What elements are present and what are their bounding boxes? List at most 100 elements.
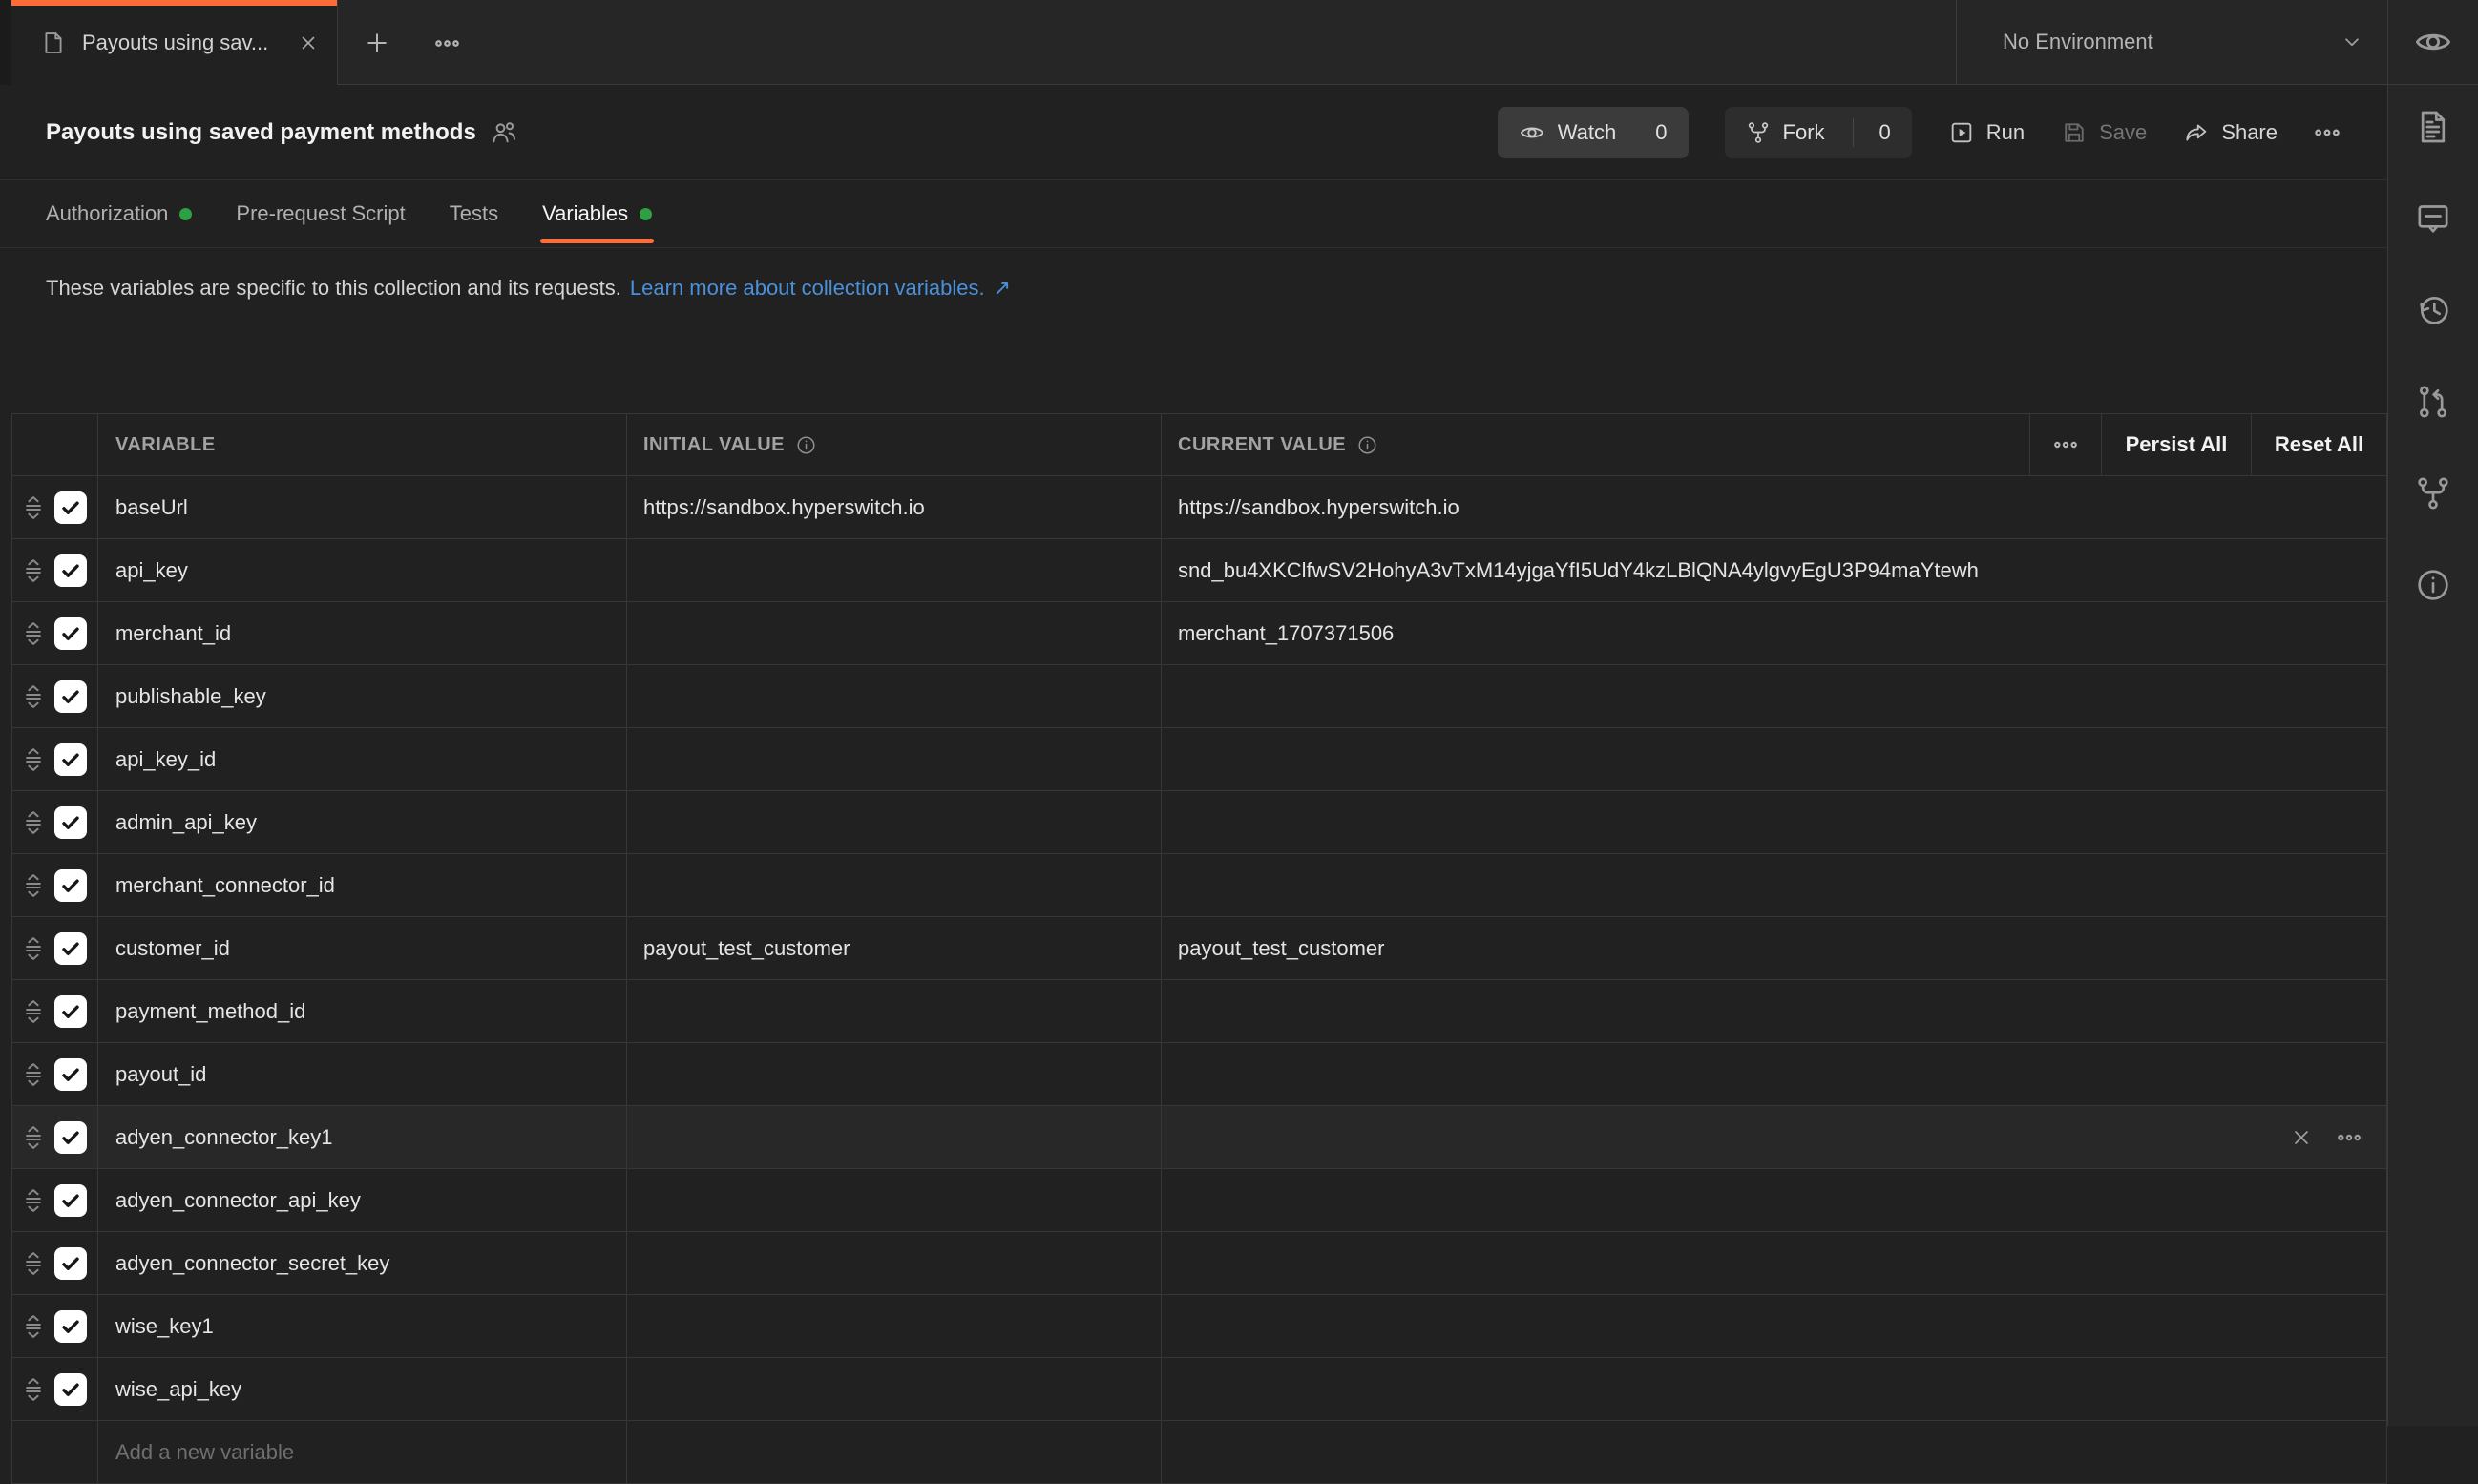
new-tab-button[interactable]	[355, 21, 399, 65]
variable-name-cell[interactable]: admin_api_key	[97, 791, 626, 853]
drag-handle-icon[interactable]	[19, 1186, 48, 1215]
variable-checkbox[interactable]	[54, 1184, 87, 1217]
comments-icon[interactable]	[2414, 199, 2452, 238]
persist-all-button[interactable]: Persist All	[2101, 414, 2251, 475]
drag-handle-icon[interactable]	[19, 556, 48, 585]
drag-handle-icon[interactable]	[19, 1312, 48, 1341]
initial-value-cell[interactable]	[626, 854, 1161, 916]
tab-strip-more-button[interactable]	[425, 21, 469, 65]
initial-value-cell[interactable]	[626, 1358, 1161, 1420]
delete-variable-icon[interactable]	[2289, 1125, 2314, 1150]
tab-authorization[interactable]: Authorization	[46, 180, 192, 247]
initial-value-cell[interactable]	[626, 539, 1161, 601]
variable-checkbox[interactable]	[54, 1247, 87, 1280]
tab-pre-request-script[interactable]: Pre-request Script	[236, 180, 405, 247]
initial-value-cell[interactable]	[626, 1106, 1161, 1168]
variable-checkbox[interactable]	[54, 617, 87, 650]
variable-checkbox[interactable]	[54, 1058, 87, 1091]
drag-handle-icon[interactable]	[19, 1123, 48, 1152]
reset-all-button[interactable]: Reset All	[2251, 414, 2386, 475]
drag-handle-icon[interactable]	[19, 997, 48, 1026]
current-value-cell[interactable]	[1161, 1106, 2386, 1168]
pull-requests-icon[interactable]	[2414, 383, 2452, 421]
current-value-cell[interactable]	[1161, 1295, 2386, 1357]
run-button[interactable]: Run	[1948, 119, 2025, 146]
drag-handle-icon[interactable]	[19, 682, 48, 711]
drag-handle-icon[interactable]	[19, 493, 48, 522]
initial-value-cell[interactable]	[626, 1169, 1161, 1231]
initial-value-cell[interactable]: https://sandbox.hyperswitch.io	[626, 476, 1161, 538]
learn-more-link[interactable]: Learn more about collection variables. ↗	[630, 276, 1011, 301]
current-value-info-icon[interactable]	[1356, 434, 1378, 456]
fork-count[interactable]: 0	[1880, 120, 1891, 145]
initial-value-info-icon[interactable]	[795, 434, 817, 456]
initial-value-cell[interactable]	[626, 980, 1161, 1042]
current-value-cell[interactable]	[1161, 854, 2386, 916]
current-value-cell[interactable]	[1161, 791, 2386, 853]
variable-checkbox[interactable]	[54, 743, 87, 776]
initial-value-cell[interactable]	[626, 1232, 1161, 1294]
current-value-cell[interactable]	[1161, 1043, 2386, 1105]
variable-name-cell[interactable]: merchant_connector_id	[97, 854, 626, 916]
current-value-cell[interactable]: merchant_1707371506	[1161, 602, 2386, 664]
current-value-cell[interactable]: snd_bu4XKClfwSV2HohyA3vTxM14yjgaYfI5UdY4…	[1161, 539, 2386, 601]
variable-name-cell[interactable]: payment_method_id	[97, 980, 626, 1042]
save-button[interactable]: Save	[2061, 119, 2147, 146]
environment-selector[interactable]: No Environment	[1956, 0, 2387, 84]
current-value-cell[interactable]	[1161, 728, 2386, 790]
initial-value-cell[interactable]: payout_test_customer	[626, 917, 1161, 979]
drag-handle-icon[interactable]	[19, 871, 48, 900]
variable-checkbox[interactable]	[54, 995, 87, 1028]
variable-checkbox[interactable]	[54, 869, 87, 902]
variable-name-cell[interactable]: api_key	[97, 539, 626, 601]
variable-name-cell[interactable]: customer_id	[97, 917, 626, 979]
share-button[interactable]: Share	[2183, 119, 2278, 146]
documentation-icon[interactable]	[2414, 108, 2452, 146]
add-initial-value-input[interactable]	[626, 1421, 1161, 1483]
variable-name-cell[interactable]: adyen_connector_api_key	[97, 1169, 626, 1231]
current-value-cell[interactable]	[1161, 1169, 2386, 1231]
variable-name-cell[interactable]: adyen_connector_key1	[97, 1106, 626, 1168]
variable-name-cell[interactable]: payout_id	[97, 1043, 626, 1105]
variable-name-cell[interactable]: publishable_key	[97, 665, 626, 727]
variable-checkbox[interactable]	[54, 932, 87, 965]
initial-value-cell[interactable]	[626, 665, 1161, 727]
row-more-icon[interactable]	[2337, 1125, 2362, 1150]
current-value-cell[interactable]: https://sandbox.hyperswitch.io	[1161, 476, 2386, 538]
add-current-value-input[interactable]	[1161, 1421, 2386, 1483]
variable-checkbox[interactable]	[54, 1373, 87, 1406]
initial-value-cell[interactable]	[626, 791, 1161, 853]
drag-handle-icon[interactable]	[19, 1375, 48, 1404]
current-value-cell[interactable]	[1161, 1232, 2386, 1294]
watch-button[interactable]: Watch 0	[1498, 107, 1689, 158]
variable-name-cell[interactable]: adyen_connector_secret_key	[97, 1232, 626, 1294]
environment-quick-look-button[interactable]	[2413, 22, 2453, 62]
variable-checkbox[interactable]	[54, 1310, 87, 1343]
info-icon[interactable]	[2414, 566, 2452, 604]
variable-checkbox[interactable]	[54, 806, 87, 839]
close-tab-icon[interactable]	[297, 31, 320, 54]
drag-handle-icon[interactable]	[19, 745, 48, 774]
variable-name-cell[interactable]: baseUrl	[97, 476, 626, 538]
variable-name-cell[interactable]: merchant_id	[97, 602, 626, 664]
drag-handle-icon[interactable]	[19, 619, 48, 648]
initial-value-cell[interactable]	[626, 728, 1161, 790]
changelog-history-icon[interactable]	[2414, 291, 2452, 329]
add-variable-input[interactable]: Add a new variable	[97, 1421, 626, 1483]
variable-checkbox[interactable]	[54, 491, 87, 524]
current-value-cell[interactable]	[1161, 980, 2386, 1042]
initial-value-cell[interactable]	[626, 1295, 1161, 1357]
drag-handle-icon[interactable]	[19, 1249, 48, 1278]
variable-checkbox[interactable]	[54, 554, 87, 587]
initial-value-cell[interactable]	[626, 602, 1161, 664]
tab-variables[interactable]: Variables	[542, 180, 652, 247]
drag-handle-icon[interactable]	[19, 934, 48, 963]
forks-icon[interactable]	[2414, 474, 2452, 512]
variable-name-cell[interactable]: api_key_id	[97, 728, 626, 790]
variable-checkbox[interactable]	[54, 1121, 87, 1154]
drag-handle-icon[interactable]	[19, 808, 48, 837]
collection-more-actions-button[interactable]	[2314, 119, 2341, 146]
current-value-cell[interactable]	[1161, 1358, 2386, 1420]
table-more-options-button[interactable]	[2029, 414, 2101, 475]
add-variable-row[interactable]: Add a new variable	[12, 1421, 2386, 1484]
